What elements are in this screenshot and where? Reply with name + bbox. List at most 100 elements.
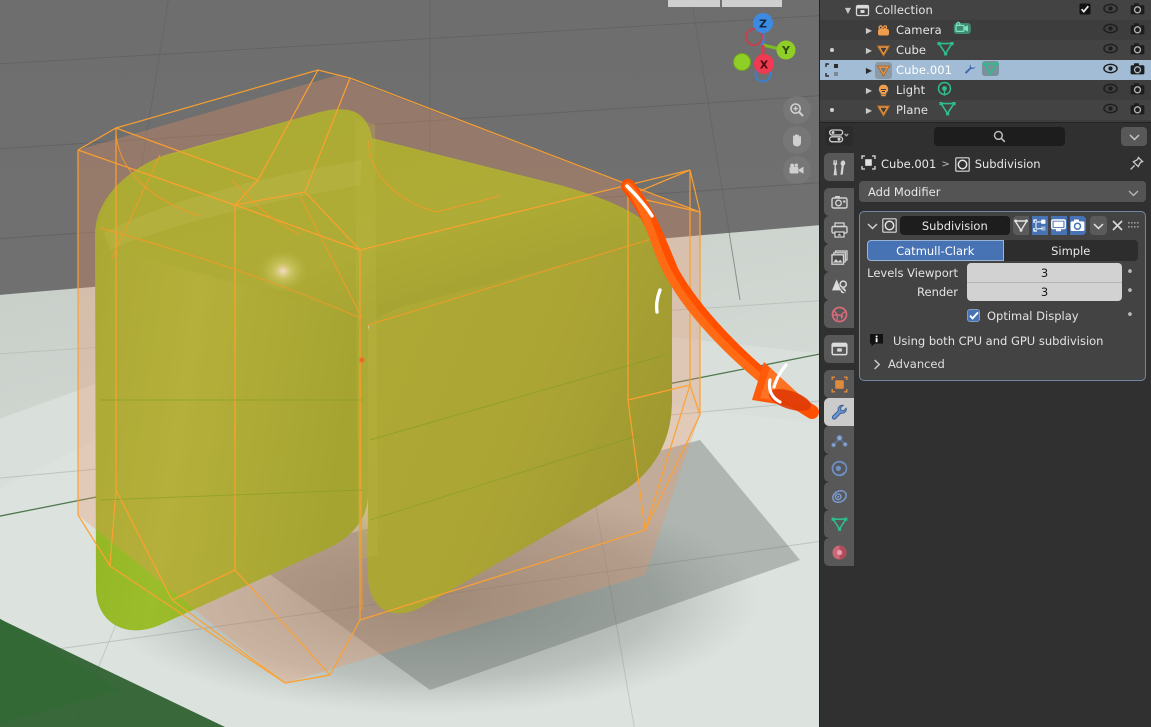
segment-simple[interactable]: Simple — [1003, 240, 1138, 261]
hide-eye-icon[interactable] — [1103, 3, 1118, 17]
zoom-icon[interactable] — [783, 96, 811, 124]
hide-eye-icon[interactable] — [1103, 23, 1118, 37]
tab-tool[interactable] — [824, 153, 854, 181]
disable-render-camera-icon[interactable] — [1130, 2, 1145, 18]
drag-grip-icon[interactable] — [1127, 220, 1139, 231]
outliner-row-plane[interactable]: ▶ Plane — [820, 100, 1151, 120]
optimal-display-checkbox[interactable] — [967, 309, 980, 322]
vertical-editor-divider[interactable] — [819, 0, 820, 727]
tab-render[interactable] — [824, 188, 854, 216]
expand-light-icon[interactable]: ▶ — [863, 86, 875, 95]
outliner-restrict-col[interactable] — [1103, 100, 1145, 120]
expand-collection-icon[interactable]: ▼ — [842, 6, 854, 15]
tab-modifiers[interactable] — [824, 398, 854, 426]
mesh-object-icon — [875, 42, 892, 59]
outliner-row-camera[interactable]: ▶ Camera — [820, 20, 1151, 40]
animate-property-dot[interactable]: • — [1122, 306, 1138, 325]
properties-filter-dropdown[interactable] — [1121, 127, 1147, 146]
modifier-wrench-icon[interactable] — [963, 61, 978, 79]
outliner-label: Camera — [896, 23, 942, 37]
viewport-3d[interactable]: Z Y X — [0, 0, 820, 727]
mesh-data-icon[interactable] — [939, 101, 956, 119]
tab-object-data[interactable] — [824, 510, 854, 538]
hand-icon[interactable] — [783, 126, 811, 154]
segment-catmull-clark[interactable]: Catmull-Clark — [867, 240, 1004, 261]
on-cage-toggle[interactable] — [1012, 216, 1029, 235]
outliner-datablocks[interactable] — [939, 101, 956, 119]
outliner-datablocks[interactable] — [963, 61, 1000, 79]
modifier-name-field[interactable]: Subdivision — [899, 216, 1010, 235]
tab-world[interactable] — [824, 300, 854, 328]
add-modifier-button[interactable]: Add Modifier — [859, 181, 1146, 202]
camera-data-icon[interactable] — [953, 21, 972, 39]
hide-eye-icon[interactable] — [1103, 103, 1118, 117]
hide-eye-icon[interactable] — [1103, 83, 1118, 97]
pin-icon[interactable] — [1129, 156, 1144, 174]
outliner-restrict-col[interactable] — [1103, 40, 1145, 60]
disable-render-camera-icon[interactable] — [1130, 62, 1145, 78]
close-x-icon[interactable] — [1110, 219, 1124, 232]
tab-output[interactable] — [824, 216, 854, 244]
expand-camera-icon[interactable]: ▶ — [863, 26, 875, 35]
subdivision-type-toggle[interactable]: Catmull-Clark Simple — [867, 240, 1138, 261]
levels-render-field[interactable]: 3 — [967, 282, 1122, 301]
collection-checkbox[interactable] — [1079, 3, 1091, 18]
tab-constraints[interactable] — [824, 482, 854, 510]
modifier-header: Subdivision — [862, 214, 1143, 237]
disable-render-camera-icon[interactable] — [1130, 22, 1145, 38]
search-input[interactable] — [934, 127, 1065, 146]
tab-view-layer[interactable] — [824, 244, 854, 272]
realtime-toggle[interactable] — [1050, 216, 1067, 235]
mesh-data-icon[interactable] — [982, 61, 1000, 79]
properties-editor[interactable]: Cube.001 > Subdivision Add Modifier Subd… — [820, 122, 1151, 727]
mesh-data-icon[interactable] — [937, 41, 954, 59]
render-toggle[interactable] — [1069, 216, 1086, 235]
outliner-restrict-col[interactable] — [1103, 20, 1145, 40]
modifier-panel-subdivision: Subdivision Catmull-Clark Simple Levels … — [859, 211, 1146, 381]
tab-scene[interactable] — [824, 272, 854, 300]
expand-cube-001-icon[interactable]: ▶ — [863, 66, 875, 75]
navigation-gizmo[interactable]: Z Y X — [724, 6, 802, 84]
breadcrumb-object[interactable]: Cube.001 — [881, 157, 936, 171]
properties-tab-strip[interactable] — [822, 122, 854, 727]
disable-render-camera-icon[interactable] — [1130, 102, 1145, 118]
svg-text:Z: Z — [759, 18, 767, 31]
outliner-datablocks[interactable] — [937, 41, 954, 59]
tab-collection[interactable] — [824, 335, 854, 363]
outliner-restrict-col[interactable] — [1103, 80, 1145, 100]
tab-particles[interactable] — [824, 426, 854, 454]
breadcrumb-modifier[interactable]: Subdivision — [975, 157, 1041, 171]
expand-plane-icon[interactable]: ▶ — [863, 106, 875, 115]
modifier-expand-chevron-icon[interactable] — [866, 222, 879, 230]
light-data-icon[interactable] — [936, 81, 953, 99]
disable-render-camera-icon[interactable] — [1130, 42, 1145, 58]
outliner-row-cube-001[interactable]: ▶ Cube.001 — [820, 60, 1151, 80]
tab-material[interactable] — [824, 538, 854, 566]
chevron-down-icon — [1128, 186, 1139, 200]
animate-property-dot[interactable]: • — [1122, 282, 1138, 301]
expand-cube-icon[interactable]: ▶ — [863, 46, 875, 55]
outliner-restrict-col[interactable] — [1103, 60, 1145, 80]
outliner-datablocks[interactable] — [953, 21, 972, 39]
outliner-editor[interactable]: ▼ Collection ▶ Camera ▶ Cube ▶ Cube.001 … — [820, 0, 1151, 122]
tab-physics[interactable] — [824, 454, 854, 482]
active-dot — [830, 108, 834, 112]
outliner-row-collection[interactable]: ▼ Collection — [820, 0, 1151, 20]
toolbar-remnant-a — [668, 0, 720, 7]
tab-object[interactable] — [824, 370, 854, 398]
disable-render-camera-icon[interactable] — [1130, 82, 1145, 98]
camera-icon[interactable] — [783, 156, 811, 184]
edit-mode-toggle[interactable] — [1031, 216, 1048, 235]
hide-eye-icon[interactable] — [1103, 43, 1118, 57]
mesh-object-icon — [875, 102, 892, 119]
levels-viewport-field[interactable]: 3 — [967, 263, 1122, 282]
advanced-section-header[interactable]: Advanced — [873, 357, 1138, 371]
editor-type-icon[interactable] — [825, 126, 853, 146]
modifier-extras-dropdown[interactable] — [1089, 216, 1108, 235]
outliner-row-cube[interactable]: ▶ Cube — [820, 40, 1151, 60]
outliner-row-light[interactable]: ▶ Light — [820, 80, 1151, 100]
animate-property-dot[interactable]: • — [1122, 263, 1138, 282]
outliner-restrict-col[interactable] — [1079, 0, 1145, 20]
hide-eye-icon[interactable] — [1103, 63, 1118, 77]
outliner-datablocks[interactable] — [936, 81, 953, 99]
